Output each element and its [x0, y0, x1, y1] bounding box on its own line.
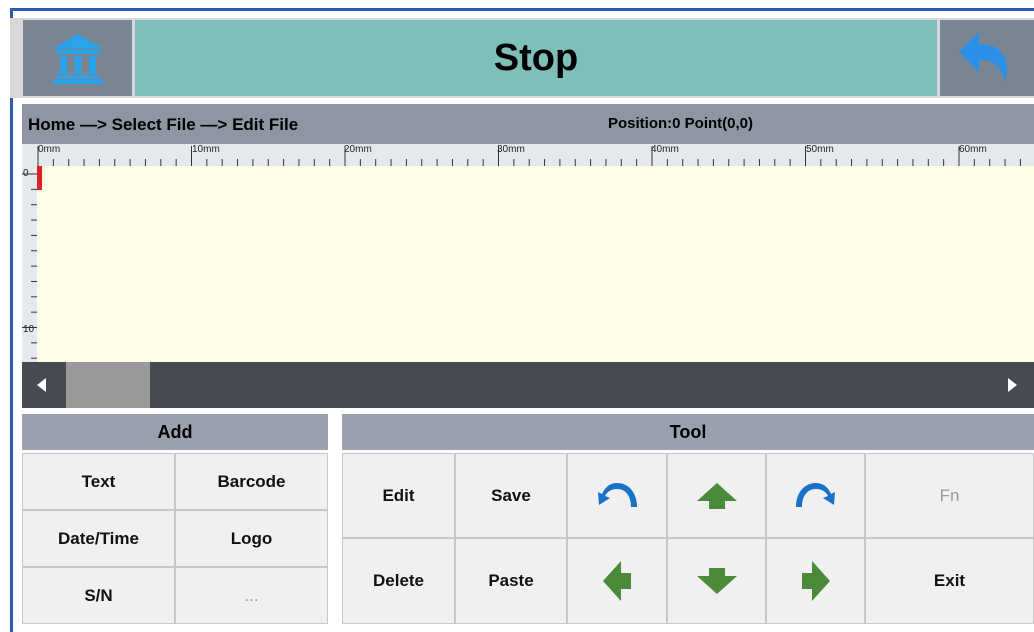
move-left-button[interactable]	[567, 538, 667, 624]
position-readout: Position:0 Point(0,0)	[608, 115, 754, 132]
scroll-left-button[interactable]	[22, 365, 62, 405]
breadcrumb: Home —> Select File —> Edit File Positio…	[22, 104, 1034, 144]
label-canvas[interactable]	[37, 166, 1034, 362]
add-datetime-button[interactable]: Date/Time	[22, 510, 175, 567]
ruler-label: 60mm	[959, 144, 987, 155]
scroll-thumb[interactable]	[66, 362, 150, 408]
rotate-left-button[interactable]	[567, 453, 667, 538]
vertical-ruler: 0 10	[22, 166, 37, 362]
add-text-button[interactable]: Text	[22, 453, 175, 510]
add-more-button[interactable]: ...	[175, 567, 328, 624]
ruler-label: 10mm	[192, 144, 220, 155]
arrow-left-icon	[603, 561, 631, 601]
fn-button[interactable]: Fn	[865, 453, 1034, 538]
back-button[interactable]	[940, 20, 1034, 96]
home-button[interactable]	[23, 20, 132, 96]
ruler-label: 50mm	[806, 144, 834, 155]
save-button[interactable]: Save	[455, 453, 567, 538]
ruler-label: 20mm	[344, 144, 372, 155]
add-sn-button[interactable]: S/N	[22, 567, 175, 624]
paste-button[interactable]: Paste	[455, 538, 567, 624]
delete-button[interactable]: Delete	[342, 538, 455, 624]
arrow-right-icon	[801, 561, 830, 601]
horizontal-ruler: 0mm 10mm 20mm 30mm 40mm 50mm 60mm	[22, 144, 1034, 166]
tool-panel-title: Tool	[342, 414, 1034, 450]
arrow-up-icon	[696, 482, 737, 509]
undo-arrow-icon	[959, 32, 1007, 82]
cursor-marker	[37, 166, 42, 190]
scroll-right-button[interactable]	[992, 365, 1032, 405]
arrow-down-icon	[696, 568, 737, 594]
edit-button[interactable]: Edit	[342, 453, 455, 538]
add-barcode-button[interactable]: Barcode	[175, 453, 328, 510]
move-down-button[interactable]	[667, 538, 766, 624]
header-bar: Stop	[10, 18, 1034, 98]
move-right-button[interactable]	[766, 538, 865, 624]
ruler-label: 30mm	[497, 144, 525, 155]
ruler-label: 10	[23, 324, 35, 335]
rotate-right-button[interactable]	[766, 453, 865, 538]
bank-icon	[52, 34, 103, 84]
status-title-bar: Stop	[135, 20, 937, 96]
ruler-label: 0	[23, 168, 29, 179]
rotate-right-icon	[795, 482, 835, 507]
rotate-left-icon	[598, 482, 637, 507]
exit-button[interactable]: Exit	[865, 538, 1034, 624]
ruler-label: 0mm	[38, 144, 61, 155]
triangle-right-icon	[1008, 378, 1017, 392]
breadcrumb-text: Home —> Select File —> Edit File	[28, 115, 299, 134]
status-title: Stop	[493, 36, 579, 79]
move-up-button[interactable]	[667, 453, 766, 538]
add-logo-button[interactable]: Logo	[175, 510, 328, 567]
add-panel-title: Add	[22, 414, 328, 450]
triangle-left-icon	[37, 378, 46, 392]
horizontal-scrollbar[interactable]	[22, 362, 1034, 408]
ruler-label: 40mm	[651, 144, 679, 155]
